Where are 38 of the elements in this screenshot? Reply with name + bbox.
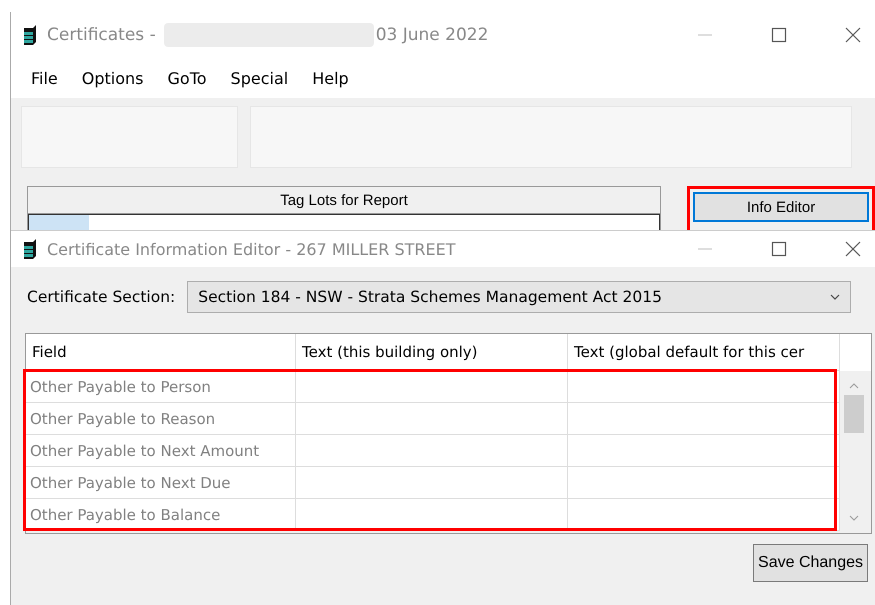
field-cell: Other Payable to Next Due: [26, 467, 296, 499]
text-cell[interactable]: [296, 371, 568, 403]
scroll-thumb[interactable]: [844, 395, 864, 433]
text-cell[interactable]: [568, 435, 840, 467]
menu-item[interactable]: Options: [70, 68, 156, 88]
window-title-date: 03 June 2022: [376, 25, 488, 45]
column-header[interactable]: Field: [26, 334, 296, 371]
field-cell: Other Payable to Balance: [26, 499, 296, 531]
menu-item[interactable]: Help: [300, 68, 361, 88]
text-cell[interactable]: [568, 371, 840, 403]
maximize-icon[interactable]: [771, 241, 787, 257]
field-cell: Other Payable to Reason: [26, 403, 296, 435]
app-icon: [21, 24, 39, 46]
menu-item[interactable]: File: [19, 68, 70, 88]
close-icon[interactable]: [845, 241, 861, 257]
column-header[interactable]: Text (global default for this cer: [568, 334, 840, 371]
maximize-icon[interactable]: [771, 27, 787, 43]
chevron-down-icon: [830, 294, 840, 300]
text-cell[interactable]: [296, 403, 568, 435]
text-cell[interactable]: [296, 467, 568, 499]
save-changes-button[interactable]: Save Changes: [753, 544, 868, 582]
field-cell: Other Payable to Person: [26, 371, 296, 403]
text-cell[interactable]: [568, 467, 840, 499]
text-cell[interactable]: [568, 403, 840, 435]
app-icon: [21, 238, 39, 260]
window-title: Certificate Information Editor - 267 MILLER STREET: [47, 240, 456, 258]
menu-item[interactable]: Special: [218, 68, 300, 88]
menu-item[interactable]: GoTo: [156, 68, 219, 88]
scroll-down-icon[interactable]: [849, 515, 859, 521]
column-header[interactable]: Text (this building only): [296, 334, 568, 371]
section-dropdown[interactable]: Section 184 - NSW - Strata Schemes Management Act 2015: [187, 281, 852, 313]
section-label: Certificate Section:: [27, 288, 176, 306]
text-cell[interactable]: [296, 435, 568, 467]
close-icon[interactable]: [845, 27, 861, 43]
window-title: Certificates -: [47, 25, 156, 45]
scroll-up-icon[interactable]: [849, 383, 859, 389]
field-cell: Other Payable to Next Amount: [26, 435, 296, 467]
info-editor-button[interactable]: Info Editor: [693, 192, 869, 222]
